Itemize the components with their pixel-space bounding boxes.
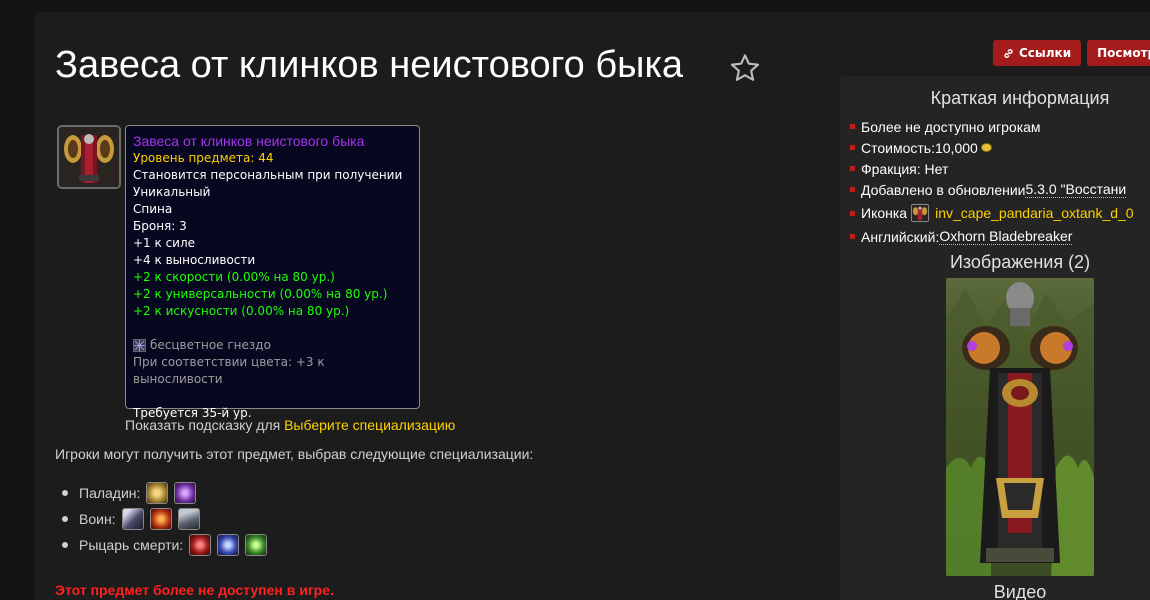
- bullet: [62, 490, 68, 496]
- star-icon[interactable]: [729, 52, 761, 84]
- icon-name-link[interactable]: inv_cape_pandaria_oxtank_d_0: [935, 205, 1134, 221]
- list-item: Рыцарь смерти:: [62, 532, 273, 558]
- tooltip-spec-prefix: Показать подсказку для: [125, 417, 281, 433]
- bullet: [850, 145, 855, 150]
- warrior-arms-icon[interactable]: [121, 508, 144, 530]
- tooltip-item-level: Уровень предмета: 44: [133, 151, 274, 165]
- faction-text: Фракция: Нет: [861, 160, 949, 177]
- bullet: [850, 210, 855, 216]
- cloak-icon: [911, 204, 930, 222]
- top-buttons: Ссылки Посмотрет: [993, 40, 1150, 66]
- warrior-fury-icon[interactable]: [149, 508, 172, 530]
- list-item: Стоимость: 10,000: [850, 137, 1134, 158]
- images-title: Изображения (2): [949, 252, 1091, 272]
- list-item: Английский: Oxhorn Bladebreaker: [850, 226, 1134, 247]
- spec-class-label: Рыцарь смерти:: [79, 537, 184, 553]
- tooltip-armor: Броня: 3: [133, 219, 187, 233]
- tooltip-socket: бесцветное гнездо: [133, 337, 412, 354]
- tooltip-unique: Уникальный: [133, 185, 211, 199]
- tooltip-stat-strength: +1 к силе: [133, 236, 196, 250]
- quick-info-sidebar: Краткая информация Более не доступно игр…: [840, 76, 1150, 600]
- tooltip-stat-haste: +2 к скорости (0.00% на 80 ур.): [133, 270, 335, 284]
- bullet: [850, 234, 855, 239]
- tooltip-bind: Становится персональным при получении: [133, 168, 403, 182]
- page-title: Завеса от клинков неистового быка: [55, 44, 684, 86]
- list-item: Паладин:: [62, 480, 273, 506]
- select-spec-link[interactable]: Выберите специализацию: [284, 417, 455, 433]
- video-title: Видео: [993, 582, 1047, 600]
- bullet: [850, 166, 855, 171]
- bullet: [62, 516, 68, 522]
- view-button-label: Посмотрет: [1097, 46, 1150, 60]
- cloak-icon: [57, 125, 121, 189]
- link-icon: [1004, 48, 1013, 58]
- tooltip-stat-versatility: +2 к универсальности (0.00% на 80 ур.): [133, 287, 388, 301]
- tooltip-socket-label: бесцветное гнездо: [150, 338, 271, 352]
- dk-blood-icon[interactable]: [189, 534, 212, 556]
- list-item: Воин:: [62, 506, 273, 532]
- dk-unholy-icon[interactable]: [245, 534, 268, 556]
- list-item: Более не доступно игрокам: [850, 116, 1134, 137]
- socket-icon: [133, 339, 146, 352]
- gold-coin-icon: [980, 143, 992, 152]
- spec-list: Паладин: Воин: Рыцарь смерти:: [62, 480, 273, 558]
- english-name-link[interactable]: Oxhorn Bladebreaker: [939, 228, 1073, 245]
- tooltip-stat-stamina: +4 к выносливости: [133, 253, 256, 267]
- links-button[interactable]: Ссылки: [993, 40, 1082, 66]
- quick-info-list: Более не доступно игрокам Стоимость: 10,…: [850, 116, 1134, 247]
- cost-label: Стоимость:: [861, 139, 935, 156]
- list-item: Фракция: Нет: [850, 158, 1134, 179]
- tooltip-stat-mastery: +2 к искусности (0.00% на 80 ур.): [133, 304, 350, 318]
- tooltip-spec-line: Показать подсказку для Выберите специали…: [125, 417, 455, 433]
- tooltip-socket-bonus: При соответствии цвета: +3 к выносливост…: [133, 355, 325, 386]
- spec-class-label: Воин:: [79, 511, 116, 527]
- availability-text: Более не доступно игрокам: [861, 118, 1041, 135]
- dk-frost-icon[interactable]: [217, 534, 240, 556]
- paladin-holy-icon[interactable]: [146, 482, 169, 504]
- warrior-protection-icon[interactable]: [177, 508, 200, 530]
- quick-info-title: Краткая информация: [930, 88, 1110, 108]
- cost-value: 10,000: [934, 139, 978, 156]
- specs-intro: Игроки могут получить этот предмет, выбр…: [55, 446, 534, 462]
- list-item: Иконка inv_cape_pandaria_oxtank_d_0: [850, 200, 1134, 226]
- english-label: Английский:: [861, 228, 940, 245]
- tooltip-item-name: Завеса от клинков неистового быка: [133, 133, 365, 149]
- spec-class-label: Паладин:: [79, 485, 141, 501]
- list-item: Добавлено в обновлении 5.3.0 "Восстани: [850, 179, 1134, 200]
- links-button-label: Ссылки: [1019, 46, 1072, 60]
- tooltip-spacer: [133, 388, 412, 405]
- paladin-retribution-icon[interactable]: [174, 482, 197, 504]
- tooltip-slot: Спина: [133, 202, 173, 216]
- bullet: [62, 542, 68, 548]
- patch-link[interactable]: 5.3.0 "Восстани: [1025, 181, 1127, 198]
- item-screenshot[interactable]: [946, 278, 1094, 576]
- unavailable-warning: Этот предмет более не доступен в игре.: [55, 582, 334, 598]
- tooltip-spacer: [133, 320, 412, 337]
- item-tooltip: Завеса от клинков неистового быка Уровен…: [125, 125, 420, 420]
- bullet: [850, 124, 855, 129]
- view-button[interactable]: Посмотрет: [1087, 40, 1150, 66]
- icon-label: Иконка: [861, 205, 908, 221]
- bullet: [850, 187, 855, 192]
- added-label: Добавлено в обновлении: [861, 181, 1026, 198]
